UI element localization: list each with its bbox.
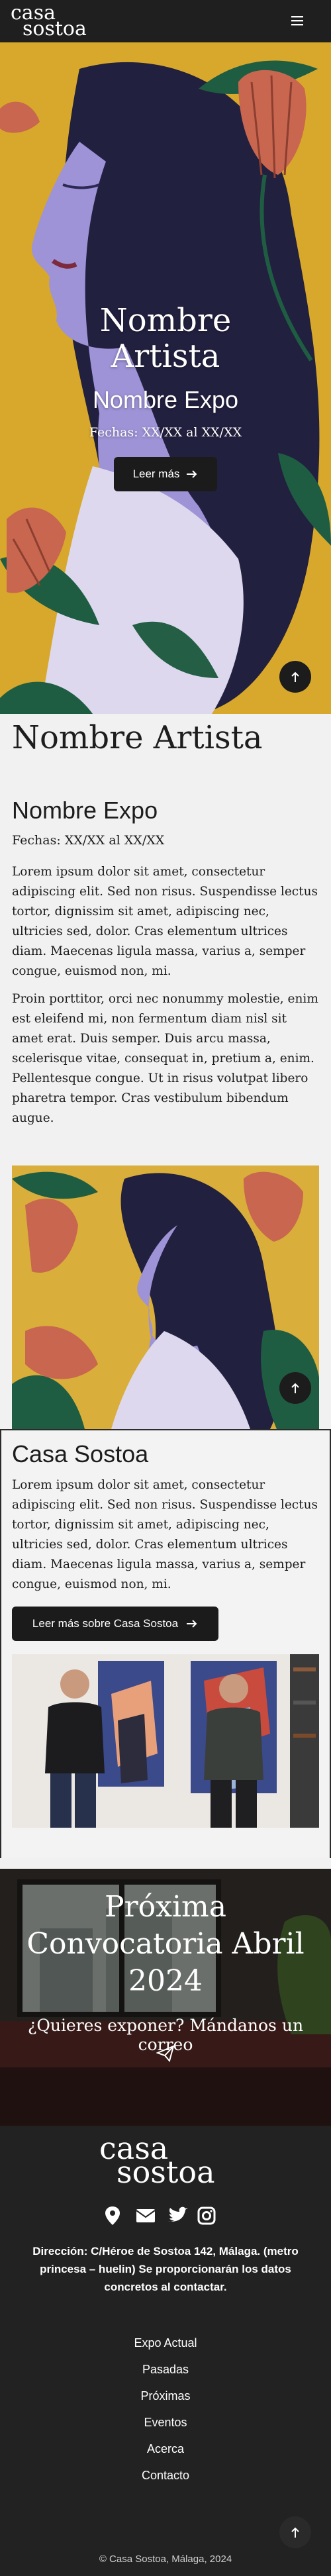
arrow-up-icon (291, 671, 300, 683)
convocatoria-title-line2: Convocatoria Abril (26, 1927, 305, 1961)
artist-section-title: Nombre Artista (12, 719, 263, 756)
hero-artwork (0, 42, 331, 714)
expo-dates: Fechas: XX/XX al XX/XX (12, 833, 165, 848)
artist-paragraph-1: Lorem ipsum dolor sit amet, consectetur … (12, 865, 318, 978)
scroll-top-button-hero[interactable] (279, 661, 311, 693)
footer-nav-acerca[interactable]: Acerca (0, 2442, 331, 2456)
arrow-up-icon (291, 2526, 300, 2538)
hero-expo-name: Nombre Expo (92, 386, 239, 413)
casa-read-more-button[interactable]: Leer más sobre Casa Sostoa (12, 1607, 218, 1641)
twitter-icon[interactable] (168, 2206, 188, 2222)
hero-banner (0, 42, 331, 714)
arrow-up-icon (291, 1382, 300, 1394)
footer-copyright: © Casa Sostoa, Málaga, 2024 (99, 2553, 232, 2565)
founders-photo (12, 1654, 319, 1828)
footer-nav-pasadas[interactable]: Pasadas (0, 2363, 331, 2377)
expo-title: Nombre Expo (12, 797, 158, 824)
footer-nav-expo-actual[interactable]: Expo Actual (0, 2336, 331, 2350)
instagram-icon[interactable] (197, 2206, 216, 2225)
map-pin-icon[interactable] (105, 2206, 120, 2225)
hero-artist-name-line2: Artista (111, 338, 220, 375)
footer-nav-proximas[interactable]: Próximas (0, 2389, 331, 2403)
logo-sostoa[interactable]: sostoa (23, 19, 87, 39)
social-links (99, 2203, 232, 2229)
envelope-icon[interactable] (136, 2209, 156, 2222)
address-line-3: concretos al contactar. (104, 2281, 227, 2293)
hero-dates: Fechas: XX/XX al XX/XX (89, 425, 242, 440)
arrow-right-icon (186, 1619, 198, 1628)
footer-logo-sostoa[interactable]: sostoa (117, 2157, 215, 2187)
footer-address: Dirección: C/Héroe de Sostoa 142, Málaga… (20, 2242, 311, 2296)
footer-nav-eventos[interactable]: Eventos (0, 2416, 331, 2430)
scroll-top-button-artwork[interactable] (279, 1372, 311, 1404)
casa-sostoa-title: Casa Sostoa (12, 1440, 149, 1467)
paper-plane-icon[interactable] (156, 2045, 175, 2062)
hero-read-more-button[interactable]: Leer más (114, 457, 217, 491)
hamburger-icon[interactable] (287, 11, 307, 30)
address-line-1: Dirección: C/Héroe de Sostoa 142, Málaga… (32, 2245, 299, 2257)
arrow-right-icon (186, 470, 198, 479)
artist-paragraph-2: Proin porttitor, orci nec nonummy molest… (12, 992, 318, 1125)
casa-sostoa-paragraph: Lorem ipsum dolor sit amet, consectetur … (12, 1478, 318, 1591)
artwork-image (12, 1165, 319, 1429)
address-line-2: princesa – huelin) Se proporcionarán los… (40, 2263, 291, 2275)
convocatoria-title-line3: 2024 (128, 1964, 203, 1998)
convocatoria-title-line1: Próxima (105, 1890, 226, 1924)
hero-read-more-label: Leer más (132, 468, 180, 480)
site-footer (0, 2126, 331, 2576)
casa-read-more-label: Leer más sobre Casa Sostoa (32, 1617, 179, 1630)
footer-nav-contacto[interactable]: Contacto (0, 2469, 331, 2483)
hero-artist-name-line1: Nombre (99, 302, 232, 339)
scroll-top-button-footer[interactable] (279, 2516, 311, 2548)
